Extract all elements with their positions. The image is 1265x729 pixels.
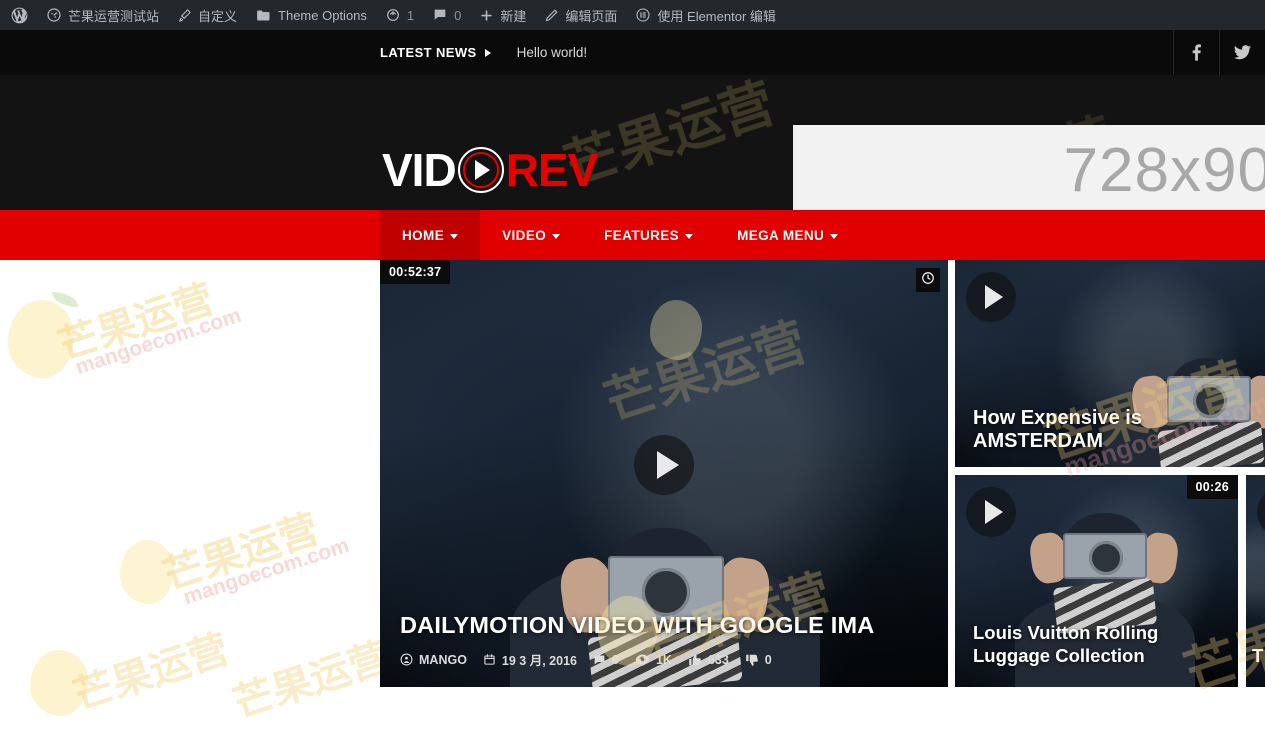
admin-bar-theme-options[interactable]: Theme Options [246,0,376,30]
side-video-title-2[interactable]: Louis Vuitton Rolling Luggage Collection [973,621,1220,667]
edit-pencil-icon [544,8,559,23]
side-video-card-3[interactable]: T [1246,475,1265,687]
logo-text-part-one: VID [382,144,457,196]
play-button[interactable] [966,272,1016,322]
chevron-down-icon [450,233,459,239]
play-icon [985,285,1003,309]
admin-bar-edit-page-label: 编辑页面 [565,8,618,24]
nav-item-mega-menu-label: MEGA MENU [737,227,825,243]
duration-badge: 00:52:37 [380,260,451,284]
admin-bar-site-name-label: 芒果运营测试站 [68,8,160,24]
admin-bar-updates-count: 1 [406,7,415,23]
nav-item-video[interactable]: VIDEO [480,210,582,260]
main-navigation[interactable]: HOME VIDEO FEATURES MEGA MENU [0,210,1265,260]
play-icon [656,451,679,479]
nav-item-features-label: FEATURES [604,227,680,243]
latest-news[interactable]: LATEST NEWS Hello world! [380,30,587,75]
meta-dislikes-count: 0 [764,652,772,667]
user-icon [400,653,413,666]
social-links[interactable] [1173,30,1265,75]
play-button[interactable] [634,435,694,495]
chevron-down-icon [685,233,694,239]
featured-video-title[interactable]: DAILYMOTION VIDEO WITH GOOGLE IMA [400,612,928,639]
wordpress-logo-icon [10,6,29,25]
comment-bubble-icon [593,653,606,666]
meta-comments: 0 [593,653,619,667]
ad-banner-728x90[interactable]: 728x90 [793,125,1265,210]
meta-likes-count: 633 [707,652,729,667]
watch-later-button[interactable] [916,268,940,292]
meta-dislikes[interactable]: 0 [745,653,772,667]
nav-item-home[interactable]: HOME [380,210,481,260]
twitter-link[interactable] [1219,30,1265,75]
featured-video-card[interactable]: 00:52:37 DAILYMOTION VIDEO WITH GOOGLE I… [380,260,948,687]
updates-refresh-icon [385,7,401,23]
chevron-down-icon [830,233,839,239]
admin-bar-comments[interactable]: 0 [423,0,470,30]
meta-views: 1K [635,653,672,667]
customize-brush-icon [177,8,192,23]
admin-bar-updates[interactable]: 1 [376,0,423,30]
clock-icon [921,271,935,290]
admin-bar-edit-page[interactable]: 编辑页面 [535,0,626,30]
eye-icon [635,653,650,666]
side-video-card-2[interactable]: 00:26 Louis Vuitton Rolling Luggage Coll… [955,475,1238,687]
facebook-icon [1192,44,1201,61]
meta-date: 19 3 月, 2016 [483,650,577,669]
admin-bar-wordpress-logo[interactable] [0,0,37,30]
admin-bar-customize-label: 自定义 [198,8,238,24]
facebook-link[interactable] [1173,30,1219,75]
admin-bar-customize[interactable]: 自定义 [168,0,246,30]
play-icon [985,500,1003,524]
meta-likes[interactable]: 633 [688,653,729,667]
play-circle-icon [457,147,504,193]
nav-item-video-label: VIDEO [502,227,547,243]
admin-bar-new-label: 新建 [500,8,527,24]
site-logo[interactable]: VID REV [382,142,599,198]
play-button[interactable] [966,487,1016,537]
meta-date-label: 19 3 月, 2016 [501,654,577,668]
logo-text-part-two: REV [505,144,599,196]
side-video-card-1[interactable]: How Expensive is AMSTERDAM [955,260,1265,467]
ad-size-label: 728x90 [1063,135,1265,205]
latest-news-item[interactable]: Hello world! [517,45,588,60]
theme-options-folder-icon [255,7,272,24]
meta-author-label: MANGO [419,652,467,667]
new-plus-icon [479,8,494,23]
nav-item-home-label: HOME [402,227,445,243]
admin-bar-new[interactable]: 新建 [470,0,535,30]
site-header: 芒果运营 芒果运营 LATEST NEWS Hello world! [0,30,1265,210]
content-area: 00:52:37 DAILYMOTION VIDEO WITH GOOGLE I… [0,260,1265,706]
top-bar: LATEST NEWS Hello world! [0,30,1265,75]
calendar-icon [483,653,496,666]
twitter-icon [1234,45,1251,60]
video-meta-row: MANGO 19 3 月, 2016 0 1K 633 0 [400,650,772,669]
admin-bar-comments-count: 0 [454,7,462,23]
admin-bar-site-name[interactable]: 芒果运营测试站 [37,0,168,30]
elementor-icon [635,7,651,23]
chevron-down-icon [552,233,561,239]
latest-news-caret-icon [484,48,491,57]
meta-author[interactable]: MANGO [400,653,467,667]
comments-bubble-icon [432,7,448,23]
meta-views-count: 1K [655,652,672,667]
meta-comments-count: 0 [611,652,619,667]
latest-news-label: LATEST NEWS [380,45,477,60]
duration-badge: 00:26 [1186,475,1238,499]
admin-bar-elementor[interactable]: 使用 Elementor 编辑 [626,0,784,30]
thumbs-down-icon [745,653,759,667]
admin-bar-theme-options-label: Theme Options [278,7,367,23]
dashboard-gauge-icon [46,7,62,23]
admin-bar-elementor-label: 使用 Elementor 编辑 [657,8,776,24]
wordpress-admin-bar[interactable]: 芒果运营测试站 自定义 Theme Options 1 0 新建 编辑页面 使用… [0,0,1265,30]
thumbs-up-icon [688,653,702,667]
nav-item-features[interactable]: FEATURES [582,210,715,260]
side-video-title-3[interactable]: T [1252,644,1265,667]
side-video-title-1[interactable]: How Expensive is AMSTERDAM [973,407,1255,453]
nav-item-mega-menu[interactable]: MEGA MENU [715,210,860,260]
